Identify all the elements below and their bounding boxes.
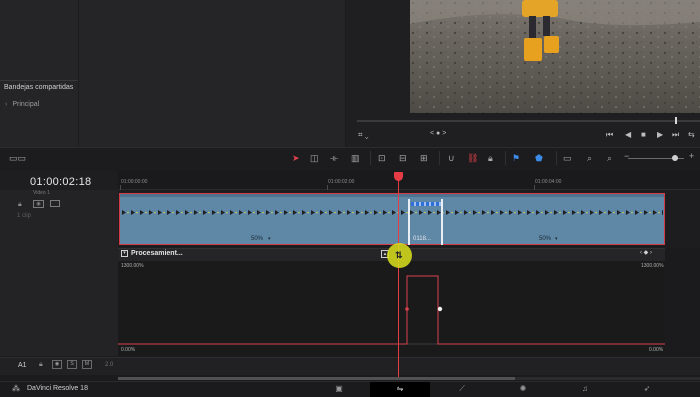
shared-bins-title: Bandejas compartidas [4, 84, 74, 91]
layout-icon[interactable]: ▭▭ [9, 153, 26, 164]
zoom-slider-handle[interactable] [672, 155, 678, 161]
curve-dropdown-icon[interactable]: ▾ [121, 250, 128, 257]
solo-button[interactable]: S [67, 360, 77, 369]
timeline-clip[interactable] [119, 193, 665, 245]
speed-point-handle[interactable] [441, 199, 443, 245]
viewer-options-icon[interactable]: ⌗ ⌄ [358, 130, 369, 140]
custom-zoom-icon[interactable]: ⌕ [607, 153, 612, 164]
overwrite-clip-icon[interactable]: ⊟ [399, 153, 407, 164]
app-name: DaVinci Resolve 18 [27, 385, 88, 392]
toolbar-separator [370, 151, 371, 165]
bins-divider-line [0, 80, 78, 81]
curve-bottom-right-value: 0.00% [649, 347, 664, 353]
speed-ramp-segment[interactable] [411, 202, 441, 206]
ruler-label: 01:00:04:00 [535, 179, 562, 185]
speed-segment-label[interactable]: 50% [251, 236, 263, 242]
full-extent-zoom-icon[interactable]: ▭ [563, 153, 572, 164]
curve-nav-icon[interactable]: ‹ ◆ › [640, 249, 652, 256]
curve-top-right-value: 1300.00% [641, 263, 664, 269]
retime-curve-plot [118, 275, 665, 345]
jump-start-icon[interactable]: ⏮ [606, 130, 613, 140]
toolbar-separator [439, 151, 440, 165]
speed-arrows-icon [121, 210, 663, 215]
page-fairlight-icon[interactable]: ♫ [555, 382, 615, 397]
marker-icon[interactable]: ⬟ [535, 153, 543, 164]
playhead-handle[interactable] [394, 172, 403, 181]
selection-tool-icon[interactable]: ➤ [292, 153, 300, 164]
clip-count: 1 clip [17, 213, 32, 219]
page-color-icon[interactable]: ✺ [493, 382, 553, 397]
speed-segment-label[interactable]: 50% [539, 236, 551, 242]
insert-clip-icon[interactable]: ⊡ [378, 153, 386, 164]
panel-divider [78, 0, 79, 147]
toolbar-separator [505, 151, 506, 165]
clip-title-strip [120, 194, 664, 197]
reverse-play-icon[interactable]: ◀ [625, 130, 631, 139]
speed-arrows-row [121, 202, 663, 215]
loop-icon[interactable]: ⇆ [688, 130, 695, 139]
viewer-scrubber-handle[interactable] [675, 117, 677, 124]
jump-end-icon[interactable]: ⏭ [672, 130, 679, 140]
mute-button[interactable]: M [82, 360, 92, 369]
chevron-right-icon: › [5, 101, 8, 108]
playhead-line[interactable] [398, 180, 399, 377]
timeline-scrollbar-thumb[interactable] [118, 377, 515, 380]
dynamic-trim-icon[interactable]: ⟛ [330, 153, 338, 164]
track-enable-icon[interactable] [50, 200, 60, 207]
bin-item-principal[interactable]: › Principal [5, 101, 39, 108]
stop-icon[interactable]: ■ [641, 130, 646, 139]
audio-lock-icon[interactable]: 🔒︎ [39, 361, 43, 369]
audio-level: 2.0 [105, 362, 114, 368]
play-icon[interactable]: ▶ [657, 130, 663, 139]
audio-track-name: A1 [18, 362, 27, 369]
viewer-page-indicator[interactable]: < ● > [430, 130, 446, 137]
viewer-frame-image [410, 0, 700, 113]
blade-tool-icon[interactable]: ▥ [351, 153, 360, 164]
ruler-label: 01:00:02:00 [328, 179, 355, 185]
video-track-name: Video 1 [33, 190, 50, 196]
trim-tool-icon[interactable]: ◫ [310, 153, 319, 164]
zoom-out-icon[interactable]: − [624, 151, 629, 161]
position-lock-icon[interactable]: 🔒︎ [488, 153, 493, 164]
timeline-ruler[interactable] [118, 171, 700, 190]
viewer-scrubber-track[interactable] [357, 120, 700, 122]
auto-select-icon[interactable]: ◉ [52, 360, 62, 369]
snapping-icon[interactable]: ∪ [448, 153, 455, 164]
chevron-down-icon[interactable]: ▾ [555, 236, 558, 242]
timeline-timecode[interactable]: 01:00:02:18 [30, 176, 91, 188]
speed-point-icon: ⇅ [395, 250, 403, 260]
retime-curve-title[interactable]: Procesamient... [131, 250, 183, 257]
toolbar-separator [556, 151, 557, 165]
chevron-down-icon[interactable]: ▾ [268, 236, 271, 242]
speed-segment-label[interactable]: 0118... [413, 236, 431, 242]
track-lock-icon[interactable]: 🔒︎ [18, 201, 22, 209]
auto-track-select-icon[interactable]: ◉ [33, 200, 44, 208]
page-deliver-icon[interactable]: ➶ [617, 382, 677, 397]
bin-item-label: Principal [12, 101, 40, 108]
media-pool-panel [0, 0, 345, 147]
speed-point-handle[interactable] [408, 199, 410, 245]
page-edit-icon[interactable]: ⇋ [370, 382, 430, 397]
replace-clip-icon[interactable]: ⊞ [420, 153, 428, 164]
flag-icon[interactable]: ⚑ [512, 153, 520, 164]
detail-zoom-icon[interactable]: ⌕ [587, 153, 592, 164]
timeline-toolbar [0, 147, 700, 171]
zoom-in-icon[interactable]: + [689, 151, 694, 161]
retime-curve-graph[interactable] [118, 261, 665, 357]
page-media-icon[interactable]: ▣ [309, 382, 369, 397]
curve-bottom-left-value: 0.00% [121, 347, 136, 353]
resolve-logo-icon: ⁂ [12, 384, 20, 393]
linked-selection-icon[interactable]: ⛓ [467, 153, 478, 164]
viewer-frame [410, 0, 700, 113]
page-fusion-icon[interactable]: ⟋ [432, 382, 492, 397]
ruler-label: 01:00:00:00 [121, 179, 148, 185]
curve-top-left-value: 1300.00% [121, 263, 144, 269]
